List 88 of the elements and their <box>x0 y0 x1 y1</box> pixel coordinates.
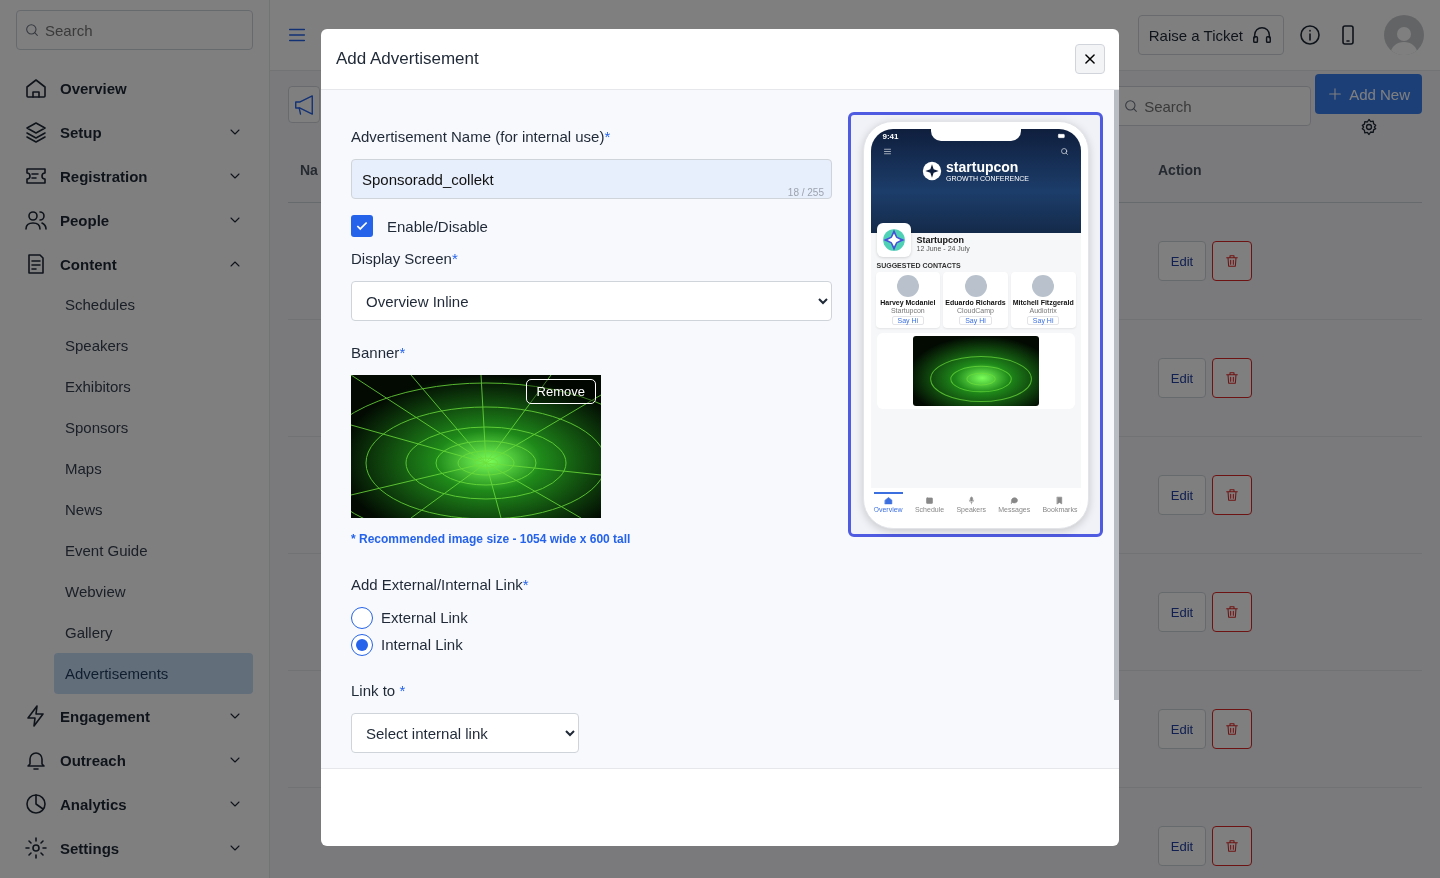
home-icon <box>24 76 48 100</box>
trash-icon <box>1224 604 1240 620</box>
internal-link-select[interactable]: Select internal link <box>351 713 579 753</box>
menu-icon[interactable] <box>882 146 892 156</box>
edit-button[interactable]: Edit <box>1158 475 1206 515</box>
status-time: 9:41 <box>882 131 899 141</box>
sidebar-subitem[interactable]: Schedules <box>54 284 253 325</box>
sidebar-item[interactable]: Registration <box>16 154 253 198</box>
sidebar-item[interactable]: People <box>16 198 253 242</box>
sidebar-item[interactable]: Outreach <box>16 738 253 782</box>
field-label: Banner* <box>351 344 406 362</box>
edit-button[interactable]: Edit <box>1158 241 1206 281</box>
sidebar-subitem[interactable]: Event Guide <box>54 530 253 571</box>
delete-button[interactable] <box>1212 241 1252 281</box>
megaphone-icon <box>294 94 314 115</box>
search-icon <box>24 22 40 38</box>
search-field[interactable]: Search <box>16 10 253 50</box>
sidebar-item[interactable]: Setup <box>16 110 253 154</box>
modal-title: Add Advertisement <box>336 49 479 69</box>
microphone-icon <box>966 495 976 505</box>
sidebar-subitem[interactable]: Speakers <box>54 325 253 366</box>
checkbox[interactable] <box>351 215 373 237</box>
delete-button[interactable] <box>1212 358 1252 398</box>
display-screen-select[interactable]: Overview Inline <box>351 281 832 321</box>
trash-icon <box>1224 838 1240 854</box>
event-name: Startupcon <box>916 235 965 245</box>
sidebar-subitem[interactable]: Webview <box>54 571 253 612</box>
radio-button[interactable] <box>351 633 373 656</box>
sidebar-item[interactable]: Settings <box>16 826 253 870</box>
bookmark-icon <box>1055 495 1065 505</box>
radio-label: Internal Link <box>381 636 463 653</box>
info-icon[interactable] <box>1298 23 1322 47</box>
trash-icon <box>1224 253 1240 269</box>
plus-icon <box>1327 86 1344 102</box>
people-icon <box>24 208 48 232</box>
pie-chart-icon <box>24 792 48 816</box>
search-icon <box>1123 98 1140 114</box>
chat-bubble-icon <box>1009 495 1019 505</box>
search-icon[interactable] <box>1059 146 1069 156</box>
star-logo-icon <box>880 226 907 253</box>
sidebar-subitem[interactable]: Advertisements <box>54 653 253 694</box>
sidebar-item[interactable]: Analytics <box>16 782 253 826</box>
headset-icon <box>1251 24 1273 46</box>
delete-button[interactable] <box>1212 826 1252 866</box>
calendar-icon <box>925 495 935 505</box>
checkmark-icon <box>355 219 369 233</box>
trash-icon <box>1224 370 1240 386</box>
sidebar-item[interactable]: Content <box>16 242 253 286</box>
sidebar-subitem[interactable]: Exhibitors <box>54 366 253 407</box>
close-button[interactable] <box>1075 44 1105 74</box>
radio-button[interactable] <box>351 606 373 629</box>
trash-icon <box>1224 487 1240 503</box>
column-header: Na <box>300 162 318 178</box>
sidebar-subitem[interactable]: News <box>54 489 253 530</box>
photo-placeholder <box>896 274 919 297</box>
sidebar-subitem[interactable]: Maps <box>54 448 253 489</box>
edit-button[interactable]: Edit <box>1158 709 1206 749</box>
star-logo-icon <box>922 161 943 181</box>
column-header: Action <box>1158 162 1202 178</box>
edit-button[interactable]: Edit <box>1158 592 1206 632</box>
field-label: Link to * <box>351 682 406 700</box>
photo-placeholder <box>1032 274 1055 297</box>
close-icon <box>1083 52 1097 66</box>
raise-ticket-button[interactable]: Raise a Ticket <box>1137 15 1284 55</box>
delete-button[interactable] <box>1212 592 1252 632</box>
delete-button[interactable] <box>1212 709 1252 749</box>
photo-placeholder <box>964 274 987 297</box>
layers-icon <box>24 120 48 144</box>
home-icon <box>883 495 893 505</box>
field-label: Display Screen* <box>351 250 458 268</box>
trash-icon <box>1224 721 1240 737</box>
brand-name: startupcon <box>946 159 1019 174</box>
delete-button[interactable] <box>1212 475 1252 515</box>
field-label: Advertisement Name (for internal use)* <box>351 128 611 146</box>
edit-button[interactable]: Edit <box>1158 358 1206 398</box>
checkbox-label: Enable/Disable <box>387 217 488 235</box>
sidebar-item[interactable]: Overview <box>16 66 253 110</box>
field-label: Add External/Internal Link* <box>351 576 529 594</box>
remove-button[interactable]: Remove <box>525 379 596 404</box>
sidebar-item[interactable]: Engagement <box>16 694 253 738</box>
sidebar-subitem[interactable]: Gallery <box>54 612 253 653</box>
image-size-hint: * Recommended image size - 1054 wide x 600 tall <box>351 532 631 546</box>
megaphone-button[interactable] <box>288 86 320 123</box>
sidebar-subitem[interactable]: Sponsors <box>54 407 253 448</box>
edit-button[interactable]: Edit <box>1158 826 1206 866</box>
radio-label: External Link <box>381 609 468 626</box>
character-counter: 18 / 255 <box>787 187 824 198</box>
add-new-button[interactable]: Add New <box>1315 74 1422 114</box>
